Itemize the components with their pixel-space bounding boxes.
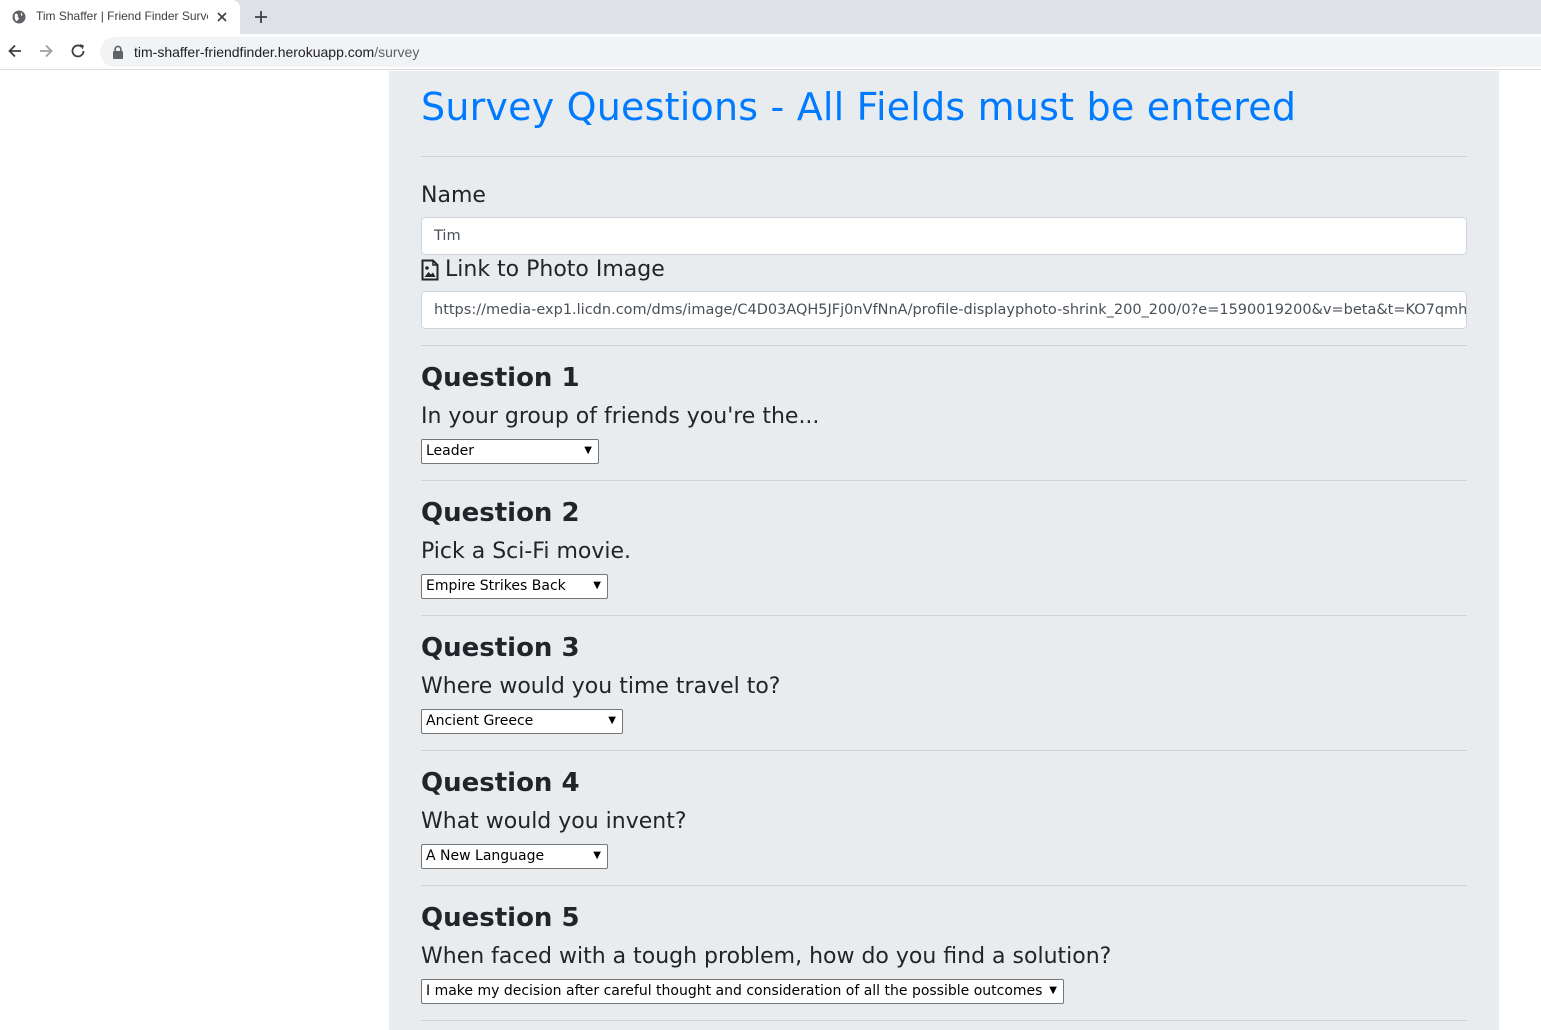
dropdown-arrow-icon: ▼ (593, 580, 601, 591)
divider (421, 750, 1467, 751)
question-1-heading: Question 1 (421, 363, 580, 393)
divider (421, 615, 1467, 616)
url-text: tim-shaffer-friendfinder.herokuapp.com/s… (134, 44, 419, 60)
url-host: tim-shaffer-friendfinder.herokuapp.com (134, 44, 375, 60)
close-icon[interactable] (214, 9, 230, 25)
question-2-text: Pick a Sci-Fi movie. (421, 539, 632, 564)
question-2-select[interactable]: Empire Strikes Back ▼ (421, 574, 608, 599)
question-4-select[interactable]: A New Language ▼ (421, 844, 608, 869)
dropdown-arrow-icon: ▼ (608, 715, 616, 726)
question-5-selected: I make my decision after careful thought… (426, 983, 1043, 999)
question-1-text: In your group of friends you're the... (421, 404, 820, 429)
question-1-selected: Leader (426, 443, 475, 459)
question-5-text: When faced with a tough problem, how do … (421, 944, 1112, 969)
question-5-select[interactable]: I make my decision after careful thought… (421, 979, 1064, 1004)
address-bar[interactable]: tim-shaffer-friendfinder.herokuapp.com/s… (100, 37, 1541, 67)
question-5-heading: Question 5 (421, 903, 580, 933)
divider (421, 1020, 1467, 1021)
photo-url-input[interactable]: https://media-exp1.licdn.com/dms/image/C… (421, 291, 1467, 329)
globe-icon (12, 10, 26, 24)
divider (421, 885, 1467, 886)
divider (421, 345, 1467, 346)
question-3-heading: Question 3 (421, 633, 580, 663)
plus-icon[interactable] (252, 8, 270, 26)
question-1-select[interactable]: Leader ▼ (421, 439, 599, 464)
tab-title: Tim Shaffer | Friend Finder Survey (36, 9, 208, 23)
lock-icon (113, 45, 123, 59)
question-3-text: Where would you time travel to? (421, 674, 781, 699)
photo-label: Link to Photo Image (421, 257, 665, 282)
dropdown-arrow-icon: ▼ (593, 850, 601, 861)
question-4-heading: Question 4 (421, 768, 580, 798)
browser-toolbar: tim-shaffer-friendfinder.herokuapp.com/s… (0, 34, 1541, 70)
name-input[interactable]: Tim (421, 217, 1467, 255)
forward-arrow-icon[interactable] (37, 42, 55, 60)
dropdown-arrow-icon: ▼ (584, 445, 592, 456)
question-4-text: What would you invent? (421, 809, 687, 834)
divider (421, 480, 1467, 481)
url-path: /survey (374, 44, 420, 60)
back-arrow-icon[interactable] (6, 42, 24, 60)
dropdown-arrow-icon: ▼ (1049, 985, 1057, 996)
file-image-icon (421, 259, 439, 280)
question-3-select[interactable]: Ancient Greece ▼ (421, 709, 623, 734)
tab-strip: Tim Shaffer | Friend Finder Survey (0, 0, 1541, 34)
browser-tab[interactable]: Tim Shaffer | Friend Finder Survey (0, 0, 240, 34)
question-2-heading: Question 2 (421, 498, 580, 528)
page-title: Survey Questions - All Fields must be en… (421, 85, 1297, 129)
question-2-selected: Empire Strikes Back (426, 578, 566, 594)
divider (421, 156, 1467, 157)
survey-container: Survey Questions - All Fields must be en… (389, 71, 1499, 1030)
reload-icon[interactable] (69, 42, 87, 60)
name-label: Name (421, 183, 486, 208)
page-viewport: Survey Questions - All Fields must be en… (0, 71, 1541, 1030)
question-3-selected: Ancient Greece (426, 713, 534, 729)
question-4-selected: A New Language (426, 848, 545, 864)
photo-label-text: Link to Photo Image (445, 257, 665, 282)
